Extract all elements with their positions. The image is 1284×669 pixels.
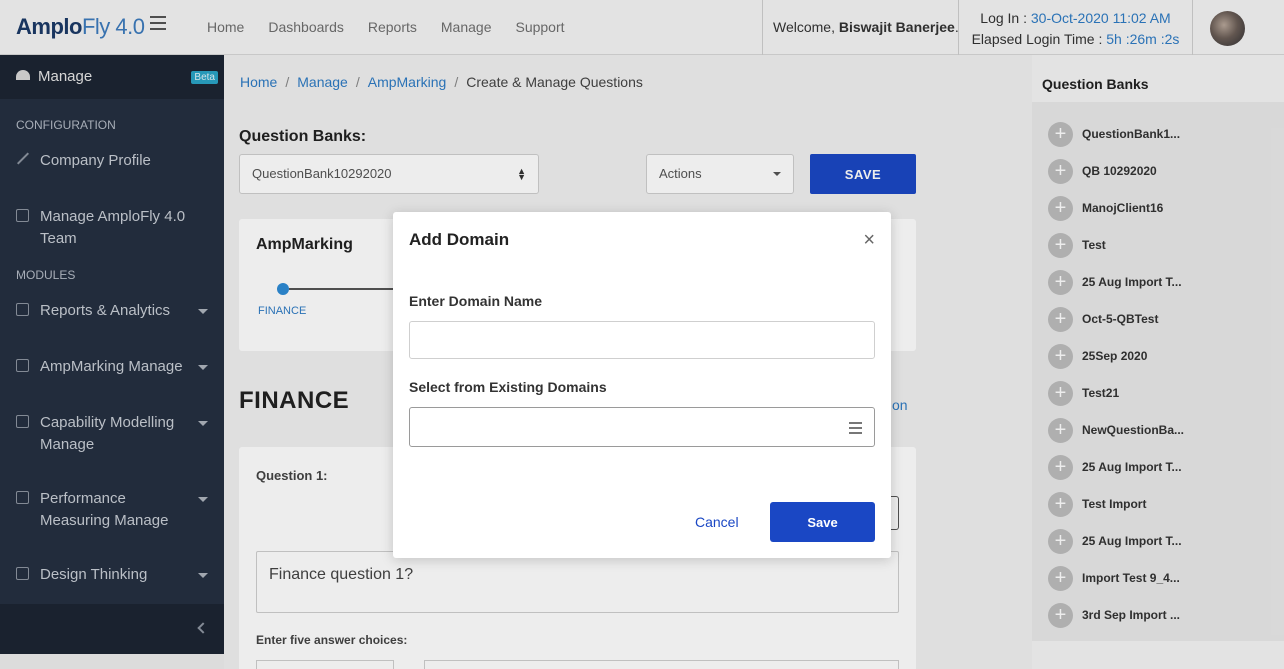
close-icon[interactable]: × [863,230,875,250]
modal-title: Add Domain [409,230,510,249]
cancel-button[interactable]: Cancel [695,514,739,530]
domain-name-label: Enter Domain Name [409,293,543,309]
modal-save-button[interactable]: Save [770,502,875,542]
add-domain-modal: Add Domain × Enter Domain Name Select fr… [393,212,891,558]
existing-domains-select[interactable] [409,407,875,447]
domain-name-input[interactable] [409,321,875,359]
list-icon [849,422,862,437]
existing-domains-label: Select from Existing Domains [409,379,607,395]
